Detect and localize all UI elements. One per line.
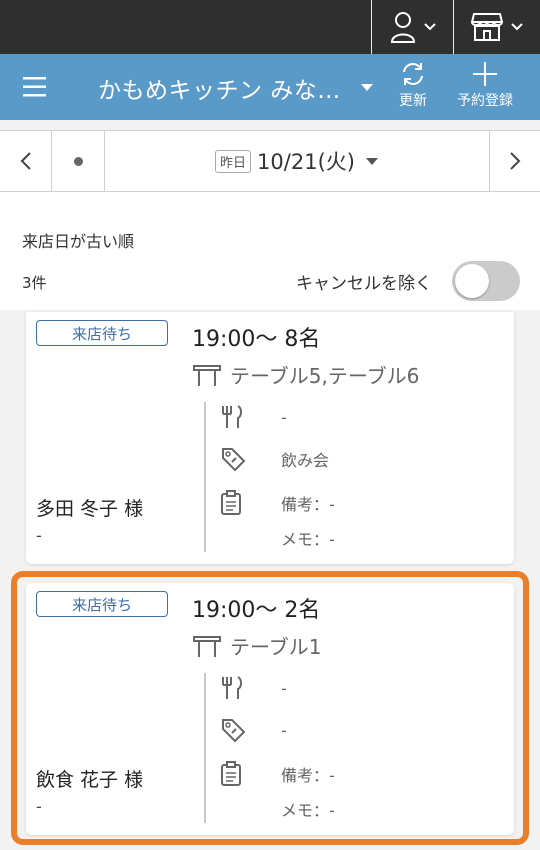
status-badge: 来店待ち <box>36 320 168 346</box>
refresh-label: 更新 <box>399 93 427 109</box>
table-info: テーブル5,テーブル6 <box>192 360 419 389</box>
today-button[interactable] <box>52 131 105 191</box>
clipboard-icon <box>221 490 241 515</box>
filter-panel: 来店日が古い順 3件 キャンセルを除く <box>0 192 540 310</box>
result-count: 3件 <box>22 274 47 292</box>
divider <box>204 402 206 552</box>
add-reservation-label: 予約登録 <box>457 93 513 109</box>
exclude-cancel-label: キャンセルを除く <box>296 274 432 294</box>
toggle-knob <box>455 264 489 298</box>
date-navigation: 昨日 10/21(火) <box>0 130 540 192</box>
today-dot-icon <box>73 156 83 166</box>
note-value: 備考：- <box>281 495 335 514</box>
selected-card-highlight <box>11 571 529 845</box>
tag-value: 飲み会 <box>281 451 330 470</box>
guest-name: 多田 冬子 様 <box>36 498 144 520</box>
plus-icon <box>473 62 497 86</box>
yesterday-badge: 昨日 <box>215 149 252 173</box>
reservation-time: 19:00〜 8名 <box>192 327 321 352</box>
sort-order-selector[interactable]: 来店日が古い順 <box>22 228 134 252</box>
refresh-button[interactable]: 更新 <box>399 60 427 110</box>
user-icon <box>390 12 415 43</box>
chevron-down-icon <box>511 23 523 31</box>
cutlery-icon <box>222 405 242 428</box>
store-menu-button[interactable] <box>453 0 540 54</box>
reservation-card[interactable]: 来店待ち 19:00〜 8名 テーブル5,テーブル6 - 飲み会 備考：- メモ… <box>26 312 514 564</box>
chevron-left-icon <box>20 152 31 170</box>
user-menu-button[interactable] <box>371 0 453 54</box>
memo-value: メモ：- <box>281 530 335 549</box>
current-date: 10/21(火) <box>257 150 355 174</box>
tag-row: 飲み会 <box>220 446 329 472</box>
guest-sub: - <box>36 526 42 545</box>
caret-down-icon[interactable] <box>360 83 374 92</box>
refresh-icon <box>403 63 423 85</box>
table-icon <box>193 364 221 386</box>
add-reservation-button[interactable]: 予約登録 <box>457 60 513 110</box>
memo-row: メモ：- <box>220 526 335 550</box>
hamburger-menu-icon[interactable] <box>20 74 52 100</box>
tag-icon <box>222 448 246 472</box>
top-bar <box>0 0 540 54</box>
course-value: - <box>281 407 287 427</box>
caret-down-icon <box>365 157 378 165</box>
store-selector[interactable]: かもめキッチン みな… <box>98 71 341 105</box>
date-picker[interactable]: 昨日 10/21(火) <box>105 131 489 191</box>
prev-day-button[interactable] <box>0 131 52 191</box>
course-row: - <box>220 404 287 430</box>
next-day-button[interactable] <box>489 131 540 191</box>
note-row: 備考：- <box>220 490 335 516</box>
table-names: テーブル5,テーブル6 <box>230 364 420 388</box>
chevron-down-icon <box>423 23 436 31</box>
app-bar: かもめキッチン みな… 更新 予約登録 <box>0 54 540 120</box>
store-icon <box>471 13 503 41</box>
exclude-cancel-toggle[interactable] <box>452 261 520 301</box>
chevron-right-icon <box>510 152 521 170</box>
